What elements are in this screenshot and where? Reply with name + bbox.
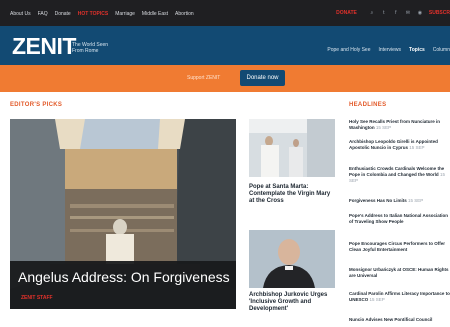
headline-item[interactable]: Enthusiastic Crowds Cardinals Welcome th… xyxy=(349,166,450,183)
hero-byline: ZENIT STAFF xyxy=(21,295,53,301)
headline-item[interactable]: Pope Encourages Circus Performers to Off… xyxy=(349,241,450,253)
top-link-middle-east[interactable]: Middle East xyxy=(142,11,168,17)
headline-item[interactable]: Nuncio Advises New Pontifical Council xyxy=(349,317,450,323)
headline-date: 15 SEP xyxy=(408,198,424,203)
story-2-title[interactable]: Archbishop Jurkovic Urges 'Inclusive Gro… xyxy=(249,292,341,313)
headline-item[interactable]: Pope's Address to Italian National Assoc… xyxy=(349,213,450,225)
donate-now-button[interactable]: Donate now xyxy=(240,70,285,86)
story-2-image[interactable] xyxy=(249,230,335,288)
headline-title: Cardinal Parolin Affirms Literacy Import… xyxy=(349,291,450,302)
headline-title: Enthusiastic Crowds Cardinals Welcome th… xyxy=(349,166,445,177)
nav-item-column[interactable]: Column xyxy=(433,47,450,53)
top-right-area: DONATE ⌕ t f ✉ ◉ SUBSCR xyxy=(336,10,450,16)
top-link-about[interactable]: About Us xyxy=(10,11,31,17)
editors-picks-heading: EDITOR'S PICKS xyxy=(10,102,63,108)
headline-date: 15 SEP xyxy=(369,296,385,302)
hot-topics-label: HOT TOPICS xyxy=(77,11,109,17)
headline-title: Pope Encourages Circus Performers to Off… xyxy=(349,241,446,252)
twitter-icon[interactable]: t xyxy=(381,10,387,16)
hero-title[interactable]: Angelus Address: On Forgiveness xyxy=(18,269,230,285)
headline-item[interactable]: Archbishop Leopoldo Girelli is Appointed… xyxy=(349,139,450,151)
headline-title: Holy See Recalls Priest from Nunciature … xyxy=(349,119,441,130)
hero-story[interactable]: Angelus Address: On Forgiveness ZENIT ST… xyxy=(10,119,236,309)
subscribe-link[interactable]: SUBSCR xyxy=(429,10,450,16)
facebook-icon[interactable]: f xyxy=(393,10,399,16)
headline-item[interactable]: Forgiveness Has No Limits 15 SEP xyxy=(349,198,450,204)
email-icon[interactable]: ✉ xyxy=(405,10,411,16)
headline-title: Monsignor Urbańczyk at OSCE: Human Right… xyxy=(349,267,449,278)
headline-item[interactable]: Monsignor Urbańczyk at OSCE: Human Right… xyxy=(349,267,450,279)
top-link-abortion[interactable]: Abortion xyxy=(175,11,194,17)
top-link-faq[interactable]: FAQ xyxy=(38,11,48,17)
donate-banner: Support ZENIT Donate now xyxy=(0,65,450,92)
top-link-marriage[interactable]: Marriage xyxy=(115,11,135,17)
nav-item-topics[interactable]: Topics xyxy=(409,47,425,53)
site-tagline: The World Seen From Rome xyxy=(72,42,109,54)
story-1-title[interactable]: Pope at Santa Marta: Contemplate the Vir… xyxy=(249,184,335,205)
top-utility-bar: About Us FAQ Donate HOT TOPICS Marriage … xyxy=(0,0,450,26)
headline-title: Forgiveness Has No Limits xyxy=(349,198,407,203)
headline-date: 15 SEP xyxy=(375,124,392,130)
hero-caption: Angelus Address: On Forgiveness ZENIT ST… xyxy=(10,261,236,309)
headline-title: Pope's Address to Italian National Assoc… xyxy=(349,213,449,224)
archbishop-photo xyxy=(249,230,335,288)
rss-icon[interactable]: ◉ xyxy=(417,10,423,16)
support-text: Support ZENIT xyxy=(187,75,221,81)
top-links: About Us FAQ Donate HOT TOPICS Marriage … xyxy=(10,11,194,17)
main-nav: Pope and Holy See Interviews Topics Colu… xyxy=(327,47,450,53)
headline-title: Nuncio Advises New Pontifical Council xyxy=(349,317,433,322)
nav-item-interviews[interactable]: Interviews xyxy=(379,47,402,53)
headline-date: 15 SEP xyxy=(409,144,425,150)
hero-title-wrap: Angelus Address: On Forgiveness ZENIT ST… xyxy=(18,269,232,307)
donate-link[interactable]: DONATE xyxy=(336,10,357,16)
top-link-donate[interactable]: Donate xyxy=(55,11,71,17)
santa-marta-photo xyxy=(249,119,335,177)
headlines-heading: HEADLINES xyxy=(349,102,387,108)
nav-item-pope[interactable]: Pope and Holy See xyxy=(327,47,370,53)
search-icon[interactable]: ⌕ xyxy=(369,10,375,16)
story-1-image[interactable] xyxy=(249,119,335,177)
headline-item[interactable]: Holy See Recalls Priest from Nunciature … xyxy=(349,119,450,131)
site-logo[interactable]: ZENIT xyxy=(12,33,76,60)
site-header: ZENIT The World Seen From Rome Pope and … xyxy=(0,26,450,65)
headline-item[interactable]: Cardinal Parolin Affirms Literacy Import… xyxy=(349,291,450,303)
